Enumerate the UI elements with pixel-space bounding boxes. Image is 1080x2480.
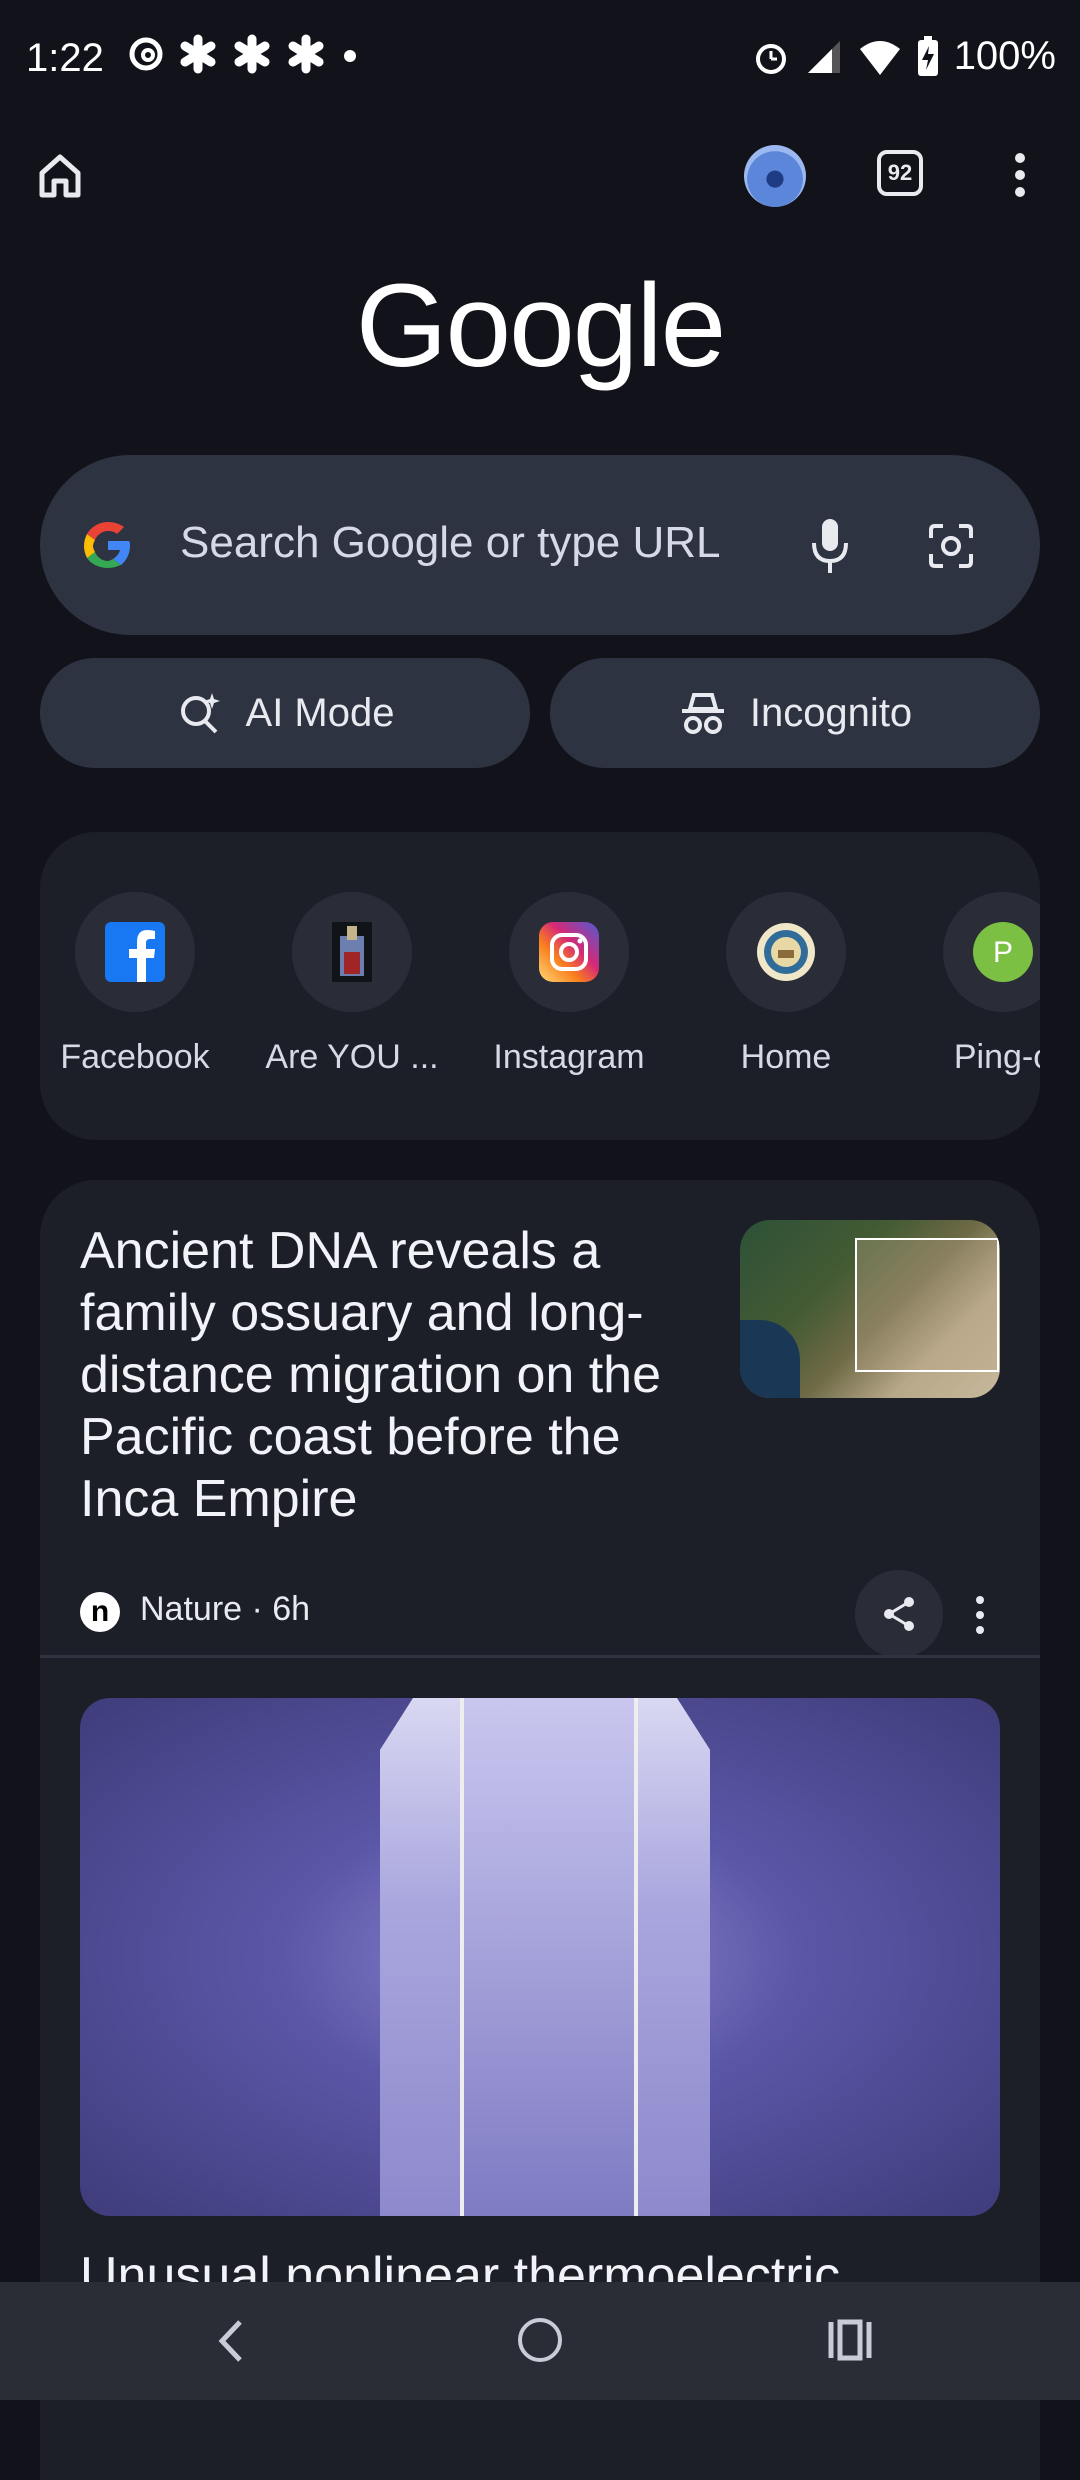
battery-percent: 100% <box>953 34 1056 78</box>
asterisk-app-icon <box>234 34 270 74</box>
microphone-icon[interactable] <box>808 515 852 579</box>
shortcut-icon-wrap <box>726 892 846 1012</box>
shortcut-label: Are YOU ... <box>265 1038 439 1076</box>
signal-icon <box>807 40 840 73</box>
ai-search-icon <box>180 693 220 734</box>
recent-apps-icon[interactable] <box>825 2318 875 2362</box>
tab-switcher-button[interactable]: 92 <box>877 150 923 196</box>
crystal-shape <box>380 1698 710 2216</box>
shortcut-instagram[interactable]: Instagram <box>474 892 664 1077</box>
google-g-icon <box>84 522 130 568</box>
shortcut-icon-wrap <box>509 892 629 1012</box>
seal-icon <box>757 923 815 981</box>
shortcut-facebook[interactable]: Facebook <box>40 892 230 1077</box>
shortcut-icon-wrap <box>75 892 195 1012</box>
article-more-icon[interactable] <box>960 1590 1000 1640</box>
wifi-icon <box>859 40 900 75</box>
threads-icon <box>129 37 163 71</box>
card-divider <box>40 1655 1040 1658</box>
ai-mode-button[interactable]: AI Mode <box>40 658 530 768</box>
ai-mode-label: AI Mode <box>245 690 395 735</box>
profile-avatar[interactable] <box>744 145 806 207</box>
search-placeholder: Search Google or type URL <box>180 518 721 567</box>
status-bar: 1:22 100% <box>0 0 1080 125</box>
facebook-icon <box>105 922 165 982</box>
shortcut-home[interactable]: Home <box>691 892 881 1077</box>
google-lens-icon[interactable] <box>925 520 977 572</box>
more-options-icon[interactable] <box>1005 150 1035 200</box>
asterisk-app-icon <box>180 34 216 74</box>
shortcuts-panel: Facebook Are YOU ... Instagram Home P Pi… <box>40 832 1040 1140</box>
incognito-icon <box>681 693 724 734</box>
map-ocean <box>740 1320 800 1398</box>
alarm-icon <box>755 43 786 74</box>
notification-icons <box>128 34 360 74</box>
shortcut-are-you[interactable]: Are YOU ... <box>257 892 447 1077</box>
instagram-icon <box>539 922 599 982</box>
dot-icon <box>344 50 356 62</box>
letter-p-icon: P <box>973 922 1033 982</box>
shortcut-icon-wrap: P <box>943 892 1040 1012</box>
article-hero-image[interactable] <box>80 1698 1000 2216</box>
article-headline[interactable]: Ancient DNA reveals a family ossuary and… <box>80 1220 680 1530</box>
home-nav-icon[interactable] <box>518 2318 562 2362</box>
crystal-face <box>460 1698 638 2216</box>
shortcut-label: Instagram <box>493 1038 645 1076</box>
shortcut-label: Facebook <box>60 1038 210 1076</box>
shortcut-label: Ping-o <box>953 1038 1040 1076</box>
building-thumbnail-icon <box>332 922 372 982</box>
battery-charging-icon <box>917 35 938 76</box>
incognito-button[interactable]: Incognito <box>550 658 1040 768</box>
shortcut-label: Home <box>740 1038 832 1076</box>
system-status: 100% <box>752 34 1056 79</box>
shortcut-icon-wrap <box>292 892 412 1012</box>
share-button[interactable] <box>855 1570 943 1658</box>
article-source: Nature · 6h <box>140 1590 311 1628</box>
google-logo: Google <box>355 260 727 392</box>
status-time: 1:22 <box>26 36 104 80</box>
article-source-row: n Nature · 6h <box>80 1570 1000 1658</box>
svg-text:P: P <box>993 936 1013 969</box>
shortcut-ping[interactable]: P Ping-o <box>908 892 1040 1077</box>
article-thumbnail[interactable] <box>740 1220 1000 1398</box>
nature-logo: n <box>80 1592 120 1632</box>
tab-count: 92 <box>887 160 913 185</box>
map-inset <box>855 1238 999 1372</box>
share-icon <box>884 1597 914 1631</box>
asterisk-app-icon <box>288 34 324 74</box>
back-icon[interactable] <box>210 2316 250 2366</box>
incognito-label: Incognito <box>749 690 913 735</box>
home-icon[interactable] <box>30 145 90 205</box>
